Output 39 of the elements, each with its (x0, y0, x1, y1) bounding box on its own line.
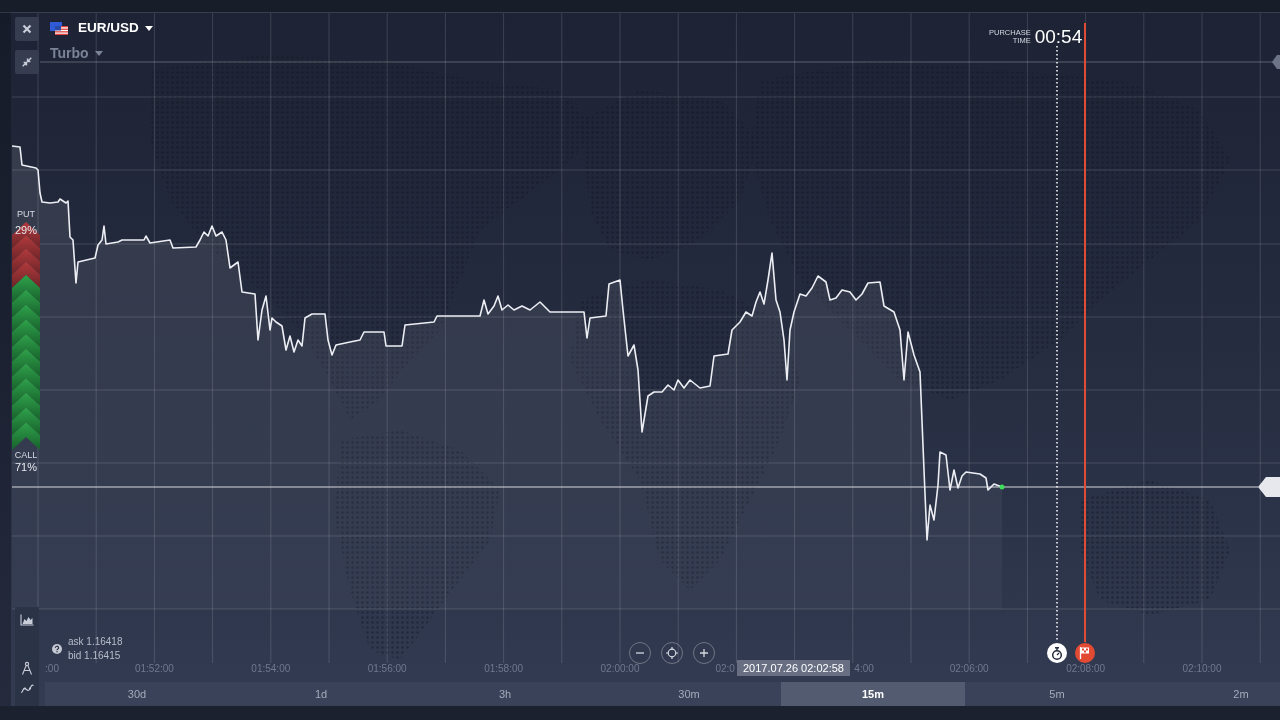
flag-icon (50, 21, 68, 35)
inward-arrows-icon (22, 57, 32, 67)
area-chart-icon[interactable] (20, 614, 34, 626)
period-tab[interactable]: 30m (597, 682, 781, 706)
caret-icon (144, 25, 153, 31)
axis-label: 01:52:00 (134, 663, 174, 675)
axis-label: 02:00:00 (600, 663, 640, 675)
purchase-time-value: 00:54 (1034, 27, 1083, 47)
finish-flag-icon (1075, 643, 1095, 663)
axis-label: 01:56:00 (367, 663, 407, 675)
bid-price: bid 1.16415 (68, 649, 122, 663)
crosshair-icon (666, 647, 678, 659)
collapse-button[interactable] (15, 50, 39, 74)
asset-selector[interactable]: EUR/USD (50, 19, 153, 37)
wave-line-icon[interactable] (20, 684, 34, 694)
close-button[interactable] (15, 17, 39, 41)
period-tab[interactable]: 3h (413, 682, 597, 706)
period-tab[interactable]: 2m (1149, 682, 1280, 706)
period-tab[interactable]: 15m (781, 682, 965, 706)
help-icon[interactable] (52, 644, 62, 654)
close-icon (22, 24, 32, 34)
axis-label: 01:54:00 (251, 663, 291, 675)
plus-icon (699, 648, 709, 658)
period-tab[interactable]: 30d (45, 682, 229, 706)
stopwatch-icon (1047, 643, 1067, 663)
axis-label: 4:00 (854, 663, 874, 675)
compass-icon[interactable] (20, 661, 34, 675)
period-tab[interactable]: 1d (229, 682, 413, 706)
option-type-selector[interactable]: Turbo (50, 45, 103, 61)
ask-price: ask 1.16418 (68, 635, 123, 649)
level-tag-icon (1272, 55, 1280, 69)
crosshair-time-label: 2017.07.26 02:02:58 (737, 660, 850, 676)
period-tab[interactable]: 5m (965, 682, 1149, 706)
axis-label: 02:06:00 (949, 663, 989, 675)
axis-label: 01:58:00 (484, 663, 524, 675)
price-tag-icon (1258, 477, 1280, 497)
caret-icon (94, 50, 103, 56)
axis-label: 02:10:00 (1182, 663, 1222, 675)
axis-label: 02:08:00 (1066, 663, 1106, 675)
